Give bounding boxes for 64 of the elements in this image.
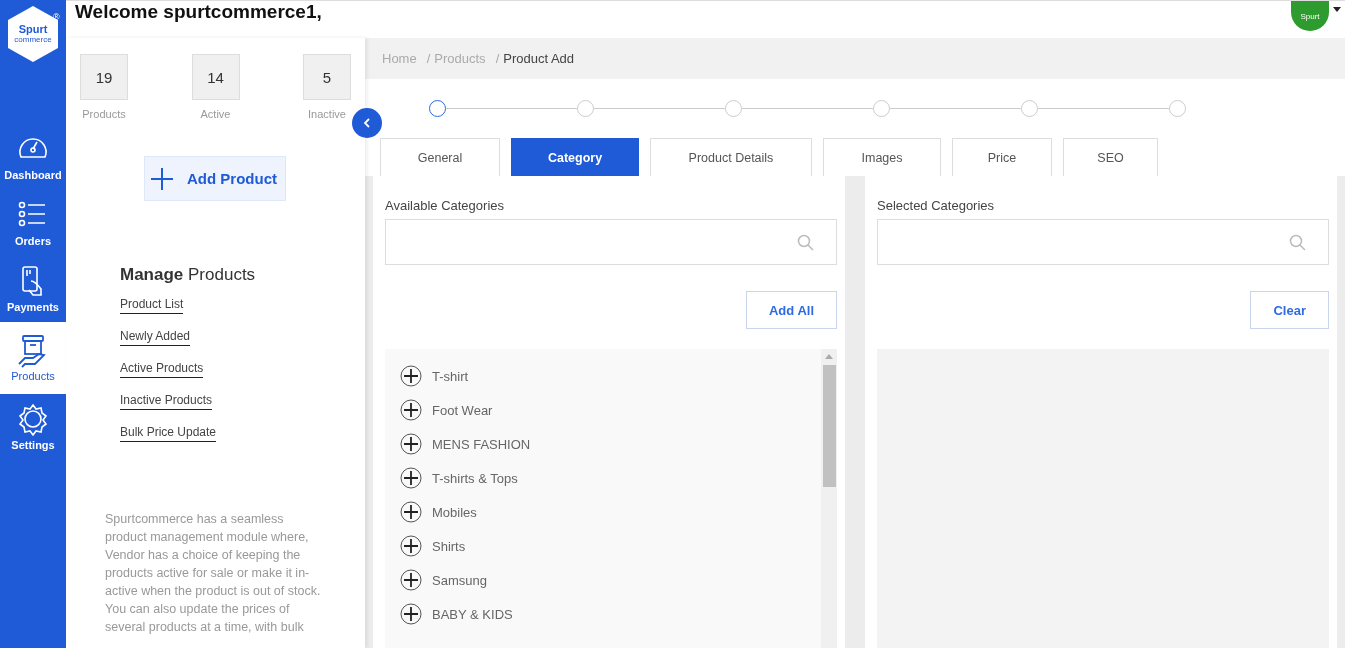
category-item[interactable]: Samsung (400, 569, 821, 591)
logo-text: Spurt (18, 24, 48, 35)
nav-item[interactable]: Products (0, 322, 66, 394)
stat-count: 19 (80, 54, 128, 100)
description-text: Spurtcommerce has a seamless product management module where, Vendor has a choice of keeping the products active for sale or make it in-active when the product is out of stock. You can also update the prices of several products at a time, with bulk (105, 511, 322, 636)
registered-mark: ® (53, 12, 60, 22)
gear-icon (17, 403, 49, 437)
nav-item[interactable]: Payments (0, 256, 66, 322)
search-field[interactable] (385, 219, 837, 265)
category-item[interactable]: T-shirts & Tops (400, 467, 821, 489)
breadcrumb-item: Product Add (503, 51, 575, 66)
scroll-up-icon (824, 353, 834, 361)
category-item[interactable]: MENS FASHION (400, 433, 821, 455)
nav-link[interactable]: Inactive Products (120, 393, 213, 410)
breadcrumb-separator: / (495, 51, 500, 66)
panel-title: Available Categories (385, 198, 505, 213)
avatar[interactable]: Spurt (1291, 1, 1329, 31)
add-all-button[interactable]: Add All (746, 291, 837, 329)
stat-label: Products (82, 108, 126, 120)
stat-label: Active (200, 108, 231, 120)
plus-circle-icon (400, 365, 422, 387)
plus-circle-icon (400, 603, 422, 625)
plus-circle-icon (400, 569, 422, 591)
welcome-heading: Welcome spurtcommerce1, (75, 1, 322, 23)
nav-item[interactable]: Orders (0, 190, 66, 256)
plus-circle-icon (400, 535, 422, 557)
stat-label: Inactive (308, 108, 346, 120)
nav-item[interactable]: Dashboard (0, 124, 66, 190)
panel-title: Selected Categories (877, 198, 996, 213)
search-icon (797, 233, 814, 251)
logo-subtext: commerce (14, 35, 52, 44)
tab[interactable]: General (380, 138, 500, 176)
search-icon (1289, 233, 1306, 251)
plus-circle-icon (400, 501, 422, 523)
nav-link[interactable]: Newly Added (120, 329, 191, 346)
chevron-left-icon (363, 118, 371, 128)
nav-link[interactable]: Active Products (120, 361, 204, 378)
plus-circle-icon (400, 467, 422, 489)
category-item[interactable]: Foot Wear (400, 399, 821, 421)
tab[interactable]: Images (823, 138, 941, 176)
category-item[interactable]: Mobiles (400, 501, 821, 523)
breadcrumb-separator: / (426, 51, 431, 66)
plus-icon (151, 167, 173, 190)
tab[interactable]: SEO (1063, 138, 1158, 176)
add-product-button[interactable]: Add Product (144, 156, 286, 201)
scrollbar[interactable] (821, 349, 837, 648)
category-item[interactable]: Shirts (400, 535, 821, 557)
category-item[interactable]: BABY & KIDS (400, 603, 821, 625)
tab[interactable]: Price (952, 138, 1052, 176)
category-item[interactable]: T-shirt (400, 365, 821, 387)
caret-icon (1333, 5, 1341, 13)
stat-count: 14 (191, 54, 240, 100)
nav-link[interactable]: Product List (120, 297, 184, 314)
box-hand-icon (17, 334, 49, 368)
clear-button[interactable]: Clear (1250, 291, 1329, 329)
plus-circle-icon (400, 433, 422, 455)
section-heading: Manage Products (120, 265, 257, 285)
search-field[interactable] (877, 219, 1329, 265)
stat-count: 5 (303, 54, 351, 100)
plus-circle-icon (400, 399, 422, 421)
nav-link[interactable]: Bulk Price Update (120, 425, 217, 442)
tab[interactable]: Product Details (650, 138, 812, 176)
tab[interactable]: Category (511, 138, 639, 176)
nav-item[interactable]: Settings (0, 394, 66, 460)
